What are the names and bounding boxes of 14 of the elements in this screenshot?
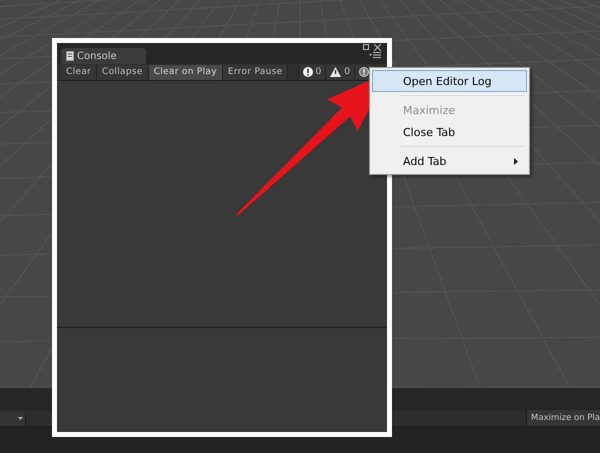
toolbar-button[interactable]: Clear on Play <box>148 64 223 80</box>
toolbar-button[interactable]: Collapse <box>97 64 149 80</box>
menu-item[interactable]: Open Editor Log <box>372 70 527 92</box>
log-count-toggle[interactable]: 0 <box>298 64 326 80</box>
menu-item[interactable]: Close Tab <box>372 121 527 143</box>
count: 0 <box>316 67 322 77</box>
toolbar-button[interactable]: Error Pause <box>222 64 288 80</box>
menu-item[interactable]: Add Tab <box>372 150 527 172</box>
maximize-on-play-button[interactable]: Maximize on Pla <box>526 410 600 426</box>
console-tab[interactable]: Console <box>61 48 146 64</box>
count: 0 <box>344 67 350 77</box>
toolbar-button[interactable]: Clear <box>61 64 98 80</box>
log-count-toggle[interactable]: 0 <box>325 64 354 80</box>
tab-title: Console <box>77 50 117 62</box>
